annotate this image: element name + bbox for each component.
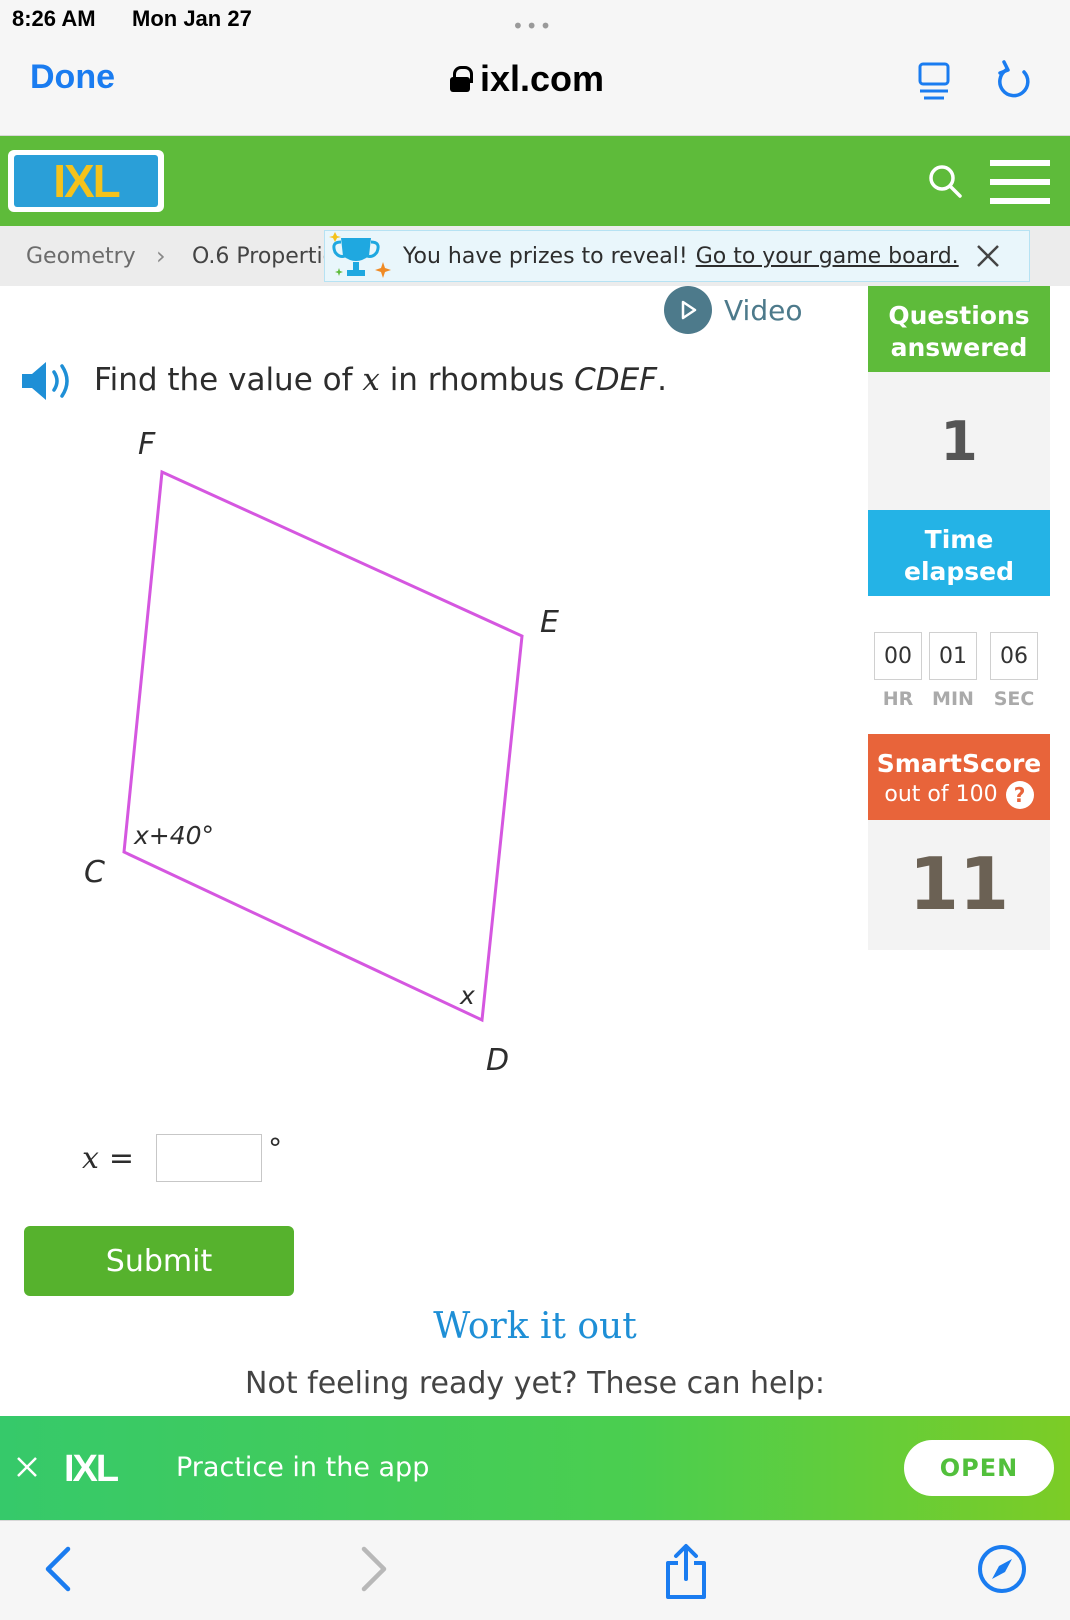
reader-mode-icon[interactable]: [918, 62, 950, 102]
ixl-header: IXL: [0, 136, 1070, 226]
timer-hours-label: HR: [882, 688, 914, 710]
prize-banner: You have prizes to reveal! Go to your ga…: [324, 230, 1030, 282]
questions-answered-header: Questions answered: [868, 286, 1050, 372]
rhombus-diagram: F E C D x+40° x: [84, 430, 559, 1078]
browser-toolbar: [0, 1520, 1070, 1620]
not-ready-text: Not feeling ready yet? These can help:: [245, 1366, 825, 1401]
time-elapsed-panel: 00 01 06 HR MIN SEC: [868, 596, 1050, 734]
breadcrumb-subject[interactable]: Geometry: [26, 244, 136, 269]
work-it-out-heading[interactable]: Work it out: [0, 1306, 1070, 1347]
game-board-link[interactable]: Go to your game board.: [696, 244, 959, 269]
prize-text: You have prizes to reveal!: [403, 243, 688, 269]
question-prompt: Find the value of x in rhombus CDEF.: [94, 362, 667, 398]
browser-chrome: 8:26 AM Mon Jan 27 ••• Done ixl.com: [0, 0, 1070, 136]
breadcrumb: Geometry › O.6 Properties You have prize…: [0, 226, 1070, 286]
smartscore-header: SmartScore out of 100 ?: [868, 734, 1050, 820]
timer-seconds-label: SEC: [993, 688, 1035, 710]
close-icon[interactable]: [14, 1454, 40, 1480]
questions-answered-value: 1: [868, 372, 1050, 510]
video-button[interactable]: Video: [664, 286, 802, 334]
timer-minutes: 01: [929, 632, 977, 680]
status-time: 8:26 AM: [12, 6, 96, 31]
video-label: Video: [724, 293, 803, 327]
menu-icon[interactable]: [990, 158, 1050, 206]
back-icon[interactable]: [40, 1543, 76, 1595]
app-banner: IXL Practice in the app OPEN: [0, 1416, 1070, 1520]
answer-row: x = °: [82, 1131, 283, 1182]
lock-icon: [450, 66, 473, 92]
equals-sign: =: [108, 1140, 135, 1176]
ixl-logo[interactable]: IXL: [8, 150, 164, 212]
angle-c-label: x+40°: [133, 821, 214, 850]
timer-seconds: 06: [990, 632, 1038, 680]
multitask-dots-icon[interactable]: •••: [512, 14, 553, 38]
speaker-icon[interactable]: [20, 358, 76, 404]
search-icon[interactable]: [928, 164, 962, 198]
forward-icon[interactable]: [356, 1543, 392, 1595]
compass-icon[interactable]: [976, 1543, 1028, 1595]
url-text: ixl.com: [480, 58, 605, 99]
submit-button[interactable]: Submit: [24, 1226, 294, 1296]
answer-variable: x: [82, 1140, 99, 1176]
smartscore-value: 11: [868, 820, 1050, 950]
breadcrumb-skill[interactable]: O.6 Properties: [192, 244, 324, 269]
help-icon[interactable]: ?: [1005, 781, 1034, 809]
vertex-label-f: F: [138, 430, 156, 462]
play-icon: [664, 286, 712, 334]
vertex-label-c: C: [84, 855, 105, 890]
share-icon[interactable]: [664, 1543, 708, 1599]
status-date: Mon Jan 27: [132, 6, 252, 31]
time-elapsed-header: Time elapsed: [868, 510, 1050, 596]
done-button[interactable]: Done: [30, 58, 115, 97]
reload-icon[interactable]: [994, 58, 1034, 102]
close-icon[interactable]: [975, 243, 1001, 269]
angle-d-label: x: [459, 981, 475, 1010]
answer-input[interactable]: [156, 1134, 263, 1182]
chevron-right-icon: ›: [156, 242, 166, 270]
vertex-label-e: E: [540, 605, 559, 640]
app-banner-text: Practice in the app: [176, 1452, 430, 1483]
timer-hours: 00: [874, 632, 922, 680]
timer-minutes-label: MIN: [932, 688, 974, 710]
open-app-button[interactable]: OPEN: [904, 1440, 1054, 1496]
degree-symbol: °: [268, 1131, 283, 1165]
vertex-label-d: D: [486, 1043, 509, 1078]
address-bar[interactable]: ixl.com: [450, 58, 604, 100]
rhombus-shape: [122, 469, 524, 1023]
trophy-icon: [329, 232, 391, 278]
ixl-app-logo: IXL: [64, 1448, 119, 1490]
